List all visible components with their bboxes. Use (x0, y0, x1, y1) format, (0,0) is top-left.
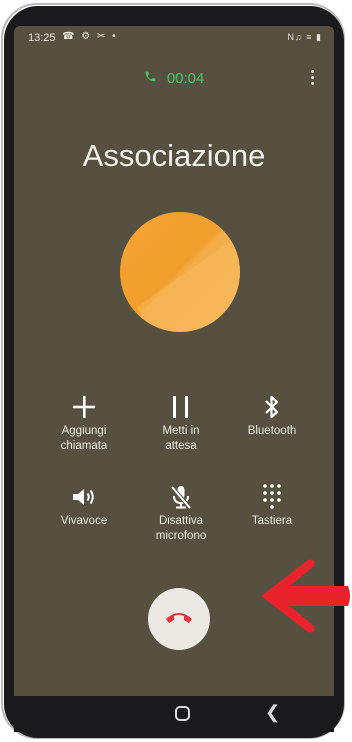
navigation-bar: ❮ (14, 696, 334, 732)
more-options-icon[interactable] (304, 68, 320, 88)
end-call-icon (164, 609, 194, 630)
speaker-button[interactable]: Vivavoce (34, 480, 134, 529)
speaker-icon (34, 480, 134, 514)
add-call-button[interactable]: Aggiungi chiamata (34, 390, 134, 454)
bluetooth-icon (222, 390, 322, 424)
mic-off-icon (131, 480, 231, 514)
call-timer-text: 00:04 (166, 70, 205, 87)
speaker-label: Vivavoce (60, 515, 108, 527)
status-bar: 13:25 ☎ ⚙ ✂ • N♫ ≡ ▮ (14, 26, 334, 50)
status-system-icons: N♫ ≡ ▮ (287, 32, 322, 42)
bluetooth-button[interactable]: Bluetooth (222, 390, 322, 439)
home-button-icon[interactable] (175, 706, 190, 721)
status-time: 13:25 (28, 32, 56, 44)
hold-button[interactable]: Metti in attesa (131, 390, 231, 454)
mute-label: Disattiva microfono (155, 515, 207, 542)
call-timer: 00:04 (14, 70, 334, 87)
keypad-label: Tastiera (251, 515, 293, 527)
status-notification-icons: ☎ ⚙ ✂ • (62, 31, 118, 42)
contact-avatar (120, 212, 240, 332)
add-call-label: Aggiungi chiamata (60, 425, 108, 452)
phone-icon (144, 70, 157, 87)
keypad-icon (222, 480, 322, 514)
pause-icon (131, 390, 231, 424)
end-call-button[interactable] (148, 588, 210, 650)
keypad-button[interactable]: Tastiera (222, 480, 322, 529)
back-button-icon[interactable]: ❮ (265, 702, 280, 723)
add-icon (34, 390, 134, 424)
red-arrow-annotation (256, 556, 352, 636)
bluetooth-label: Bluetooth (247, 425, 297, 437)
hold-label: Metti in attesa (162, 425, 200, 452)
mute-button[interactable]: Disattiva microfono (131, 480, 231, 544)
contact-name: Associazione (82, 138, 266, 173)
